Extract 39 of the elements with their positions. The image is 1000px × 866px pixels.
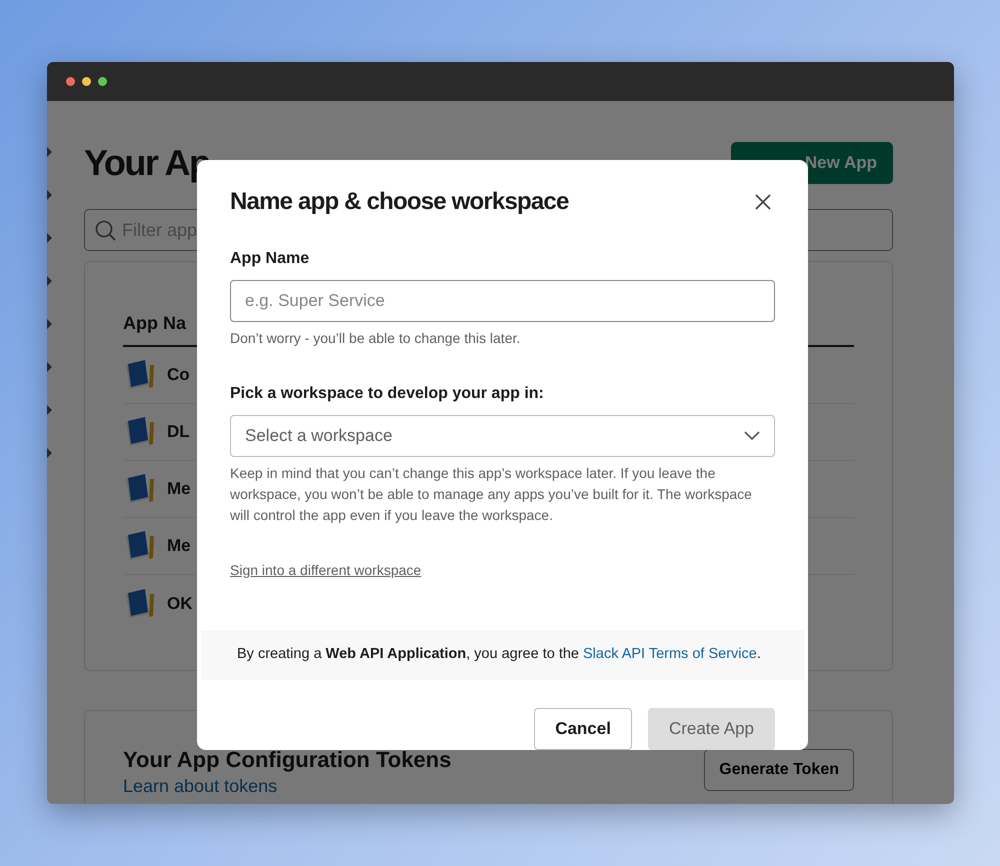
expand-arrow-icon[interactable] — [47, 319, 52, 329]
expand-arrow-icon[interactable] — [47, 276, 52, 286]
field-label: App Name — [230, 248, 310, 269]
hint-text: Keep in mind that you can’t change this app’s workspace later. If you leave the workspace, you won’t be able to manage any apps you’ve built for it. The workspace will control the app even if you leave the workspace. — [230, 464, 753, 525]
expand-arrow-icon[interactable] — [47, 190, 52, 200]
app-name[interactable]: Me — [167, 476, 191, 502]
app-name[interactable]: DL — [167, 419, 190, 445]
learn-link[interactable]: Learn about tokens — [123, 776, 278, 796]
expand-arrow-icon[interactable] — [47, 448, 52, 458]
hint-text: Don’t worry - you’ll be able to change this later. — [230, 328, 522, 348]
workspace-select[interactable]: Select a workspace — [230, 414, 775, 457]
zoom-dot-icon[interactable] — [98, 77, 107, 86]
book-icon — [123, 359, 157, 391]
chevron-down-icon — [744, 430, 760, 441]
book-icon — [123, 530, 157, 562]
field-label: Pick a workspace to develop your app in: — [230, 384, 545, 404]
app-name[interactable]: Me — [167, 533, 191, 559]
close-button[interactable] — [754, 193, 772, 212]
minimize-dot-icon[interactable] — [82, 77, 91, 86]
expand-arrow-icon[interactable] — [47, 147, 52, 157]
app-name[interactable]: OK — [167, 590, 192, 616]
switch-workspace-link[interactable]: Sign into a different workspace — [230, 560, 422, 581]
expand-arrow-icon[interactable] — [47, 362, 52, 372]
search-icon — [95, 220, 116, 240]
app-name[interactable]: Co — [167, 362, 190, 388]
close-icon — [754, 193, 772, 212]
app-name-field[interactable]: e.g. Super Service — [230, 280, 775, 322]
expand-arrow-icon[interactable] — [47, 405, 52, 415]
expand-arrow-icon[interactable] — [47, 233, 52, 243]
cancel-button[interactable]: Cancel — [534, 708, 632, 750]
terms-text: By creating a Web API Application, you agree to the Slack API Terms of Service. — [237, 644, 761, 664]
dialog-title: Name app & choose workspace — [230, 188, 569, 217]
book-icon — [123, 416, 157, 448]
terms-link[interactable]: Slack API Terms of Service — [583, 646, 757, 662]
section-title: Your App Configuration Tokens — [123, 747, 452, 774]
book-icon — [123, 473, 157, 505]
close-dot-icon[interactable] — [66, 77, 75, 86]
book-icon — [123, 588, 157, 620]
generate-token-button[interactable]: Generate Token — [704, 749, 854, 791]
